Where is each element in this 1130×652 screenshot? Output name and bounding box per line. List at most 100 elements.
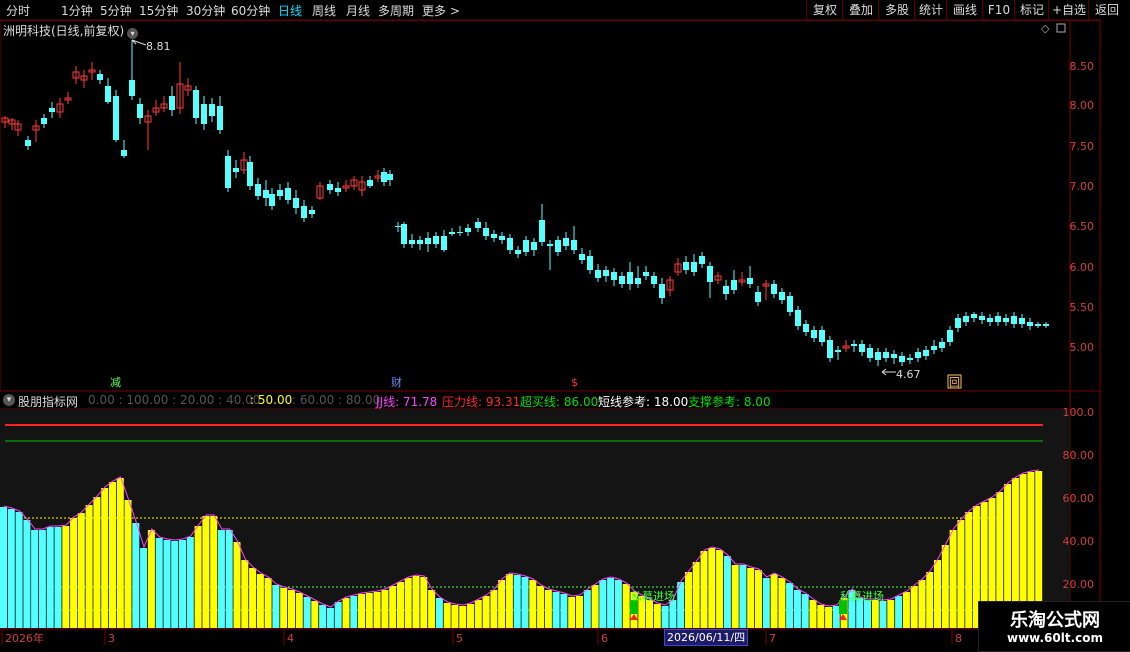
indicator-bar	[614, 580, 622, 628]
indicator-bar	[451, 605, 459, 628]
support-ref-value: 支撑参考: 8.00	[688, 395, 771, 409]
candle-body	[819, 330, 825, 342]
event-marker[interactable]: 减	[110, 376, 121, 389]
candle-body	[651, 276, 657, 284]
candle-body	[803, 324, 809, 332]
event-marker[interactable]: 财	[391, 375, 402, 389]
indicator-bar	[817, 605, 825, 628]
indicator-bar	[786, 583, 794, 628]
indicator-bar	[895, 596, 903, 628]
candle-body	[523, 240, 529, 252]
candle-body	[987, 318, 993, 322]
candle-body	[811, 330, 817, 338]
candle-body	[947, 330, 953, 342]
indicator-bar	[256, 574, 264, 628]
overbought-line-value: 超买线: 86.00	[520, 395, 599, 409]
candle-body	[891, 354, 897, 358]
candle-body	[835, 350, 841, 352]
indicator-bar	[420, 577, 428, 628]
candle-body	[41, 118, 47, 124]
indicator-bar	[210, 516, 218, 628]
diamond-icon[interactable]: ◇	[1041, 22, 1050, 35]
indicator-bar	[350, 596, 358, 628]
candle-body	[105, 86, 111, 102]
candle-body	[1011, 316, 1017, 324]
indicator-bar	[38, 530, 46, 628]
indicator-bar	[101, 488, 109, 628]
indicator-bar	[109, 482, 116, 628]
price-axis-label: 6.50	[1070, 220, 1095, 233]
indicator-bar	[319, 605, 327, 628]
event-marker[interactable]: $	[571, 376, 578, 389]
candle-body	[747, 278, 753, 284]
price-axis-label: 7.00	[1070, 180, 1095, 193]
indicator-axis-label: 60.00	[1063, 492, 1095, 505]
candle-body	[49, 108, 55, 112]
indicator-bar	[272, 585, 280, 628]
indicator-bar	[295, 593, 303, 628]
candle-body	[531, 242, 537, 250]
indicator-bar	[194, 526, 202, 628]
indicator-bar	[233, 542, 241, 628]
indicator-bar	[529, 580, 537, 628]
indicator-bar	[404, 578, 412, 628]
candle-body	[1043, 324, 1049, 326]
candle-body	[425, 238, 431, 244]
kline-chart[interactable]: ◇ 8.81 4.67 8.50 8.00 7.50 7.00 6.50 6.00 5.50 5…	[0, 0, 1130, 650]
jj-line-value: JJ线: 71.78	[376, 395, 438, 409]
candle-body	[433, 236, 439, 244]
indicator-bar	[124, 500, 132, 628]
indicator-bar	[934, 560, 941, 628]
indicator-bar	[459, 606, 467, 628]
candle-body	[401, 224, 407, 244]
candle-body	[611, 272, 617, 280]
indicator-bar	[770, 574, 778, 628]
candle-body	[217, 106, 223, 130]
chevron-down-icon[interactable]: ▾	[3, 394, 15, 406]
event-marker[interactable]: 回	[949, 376, 960, 389]
price-axis-label: 5.50	[1070, 301, 1095, 314]
candle-body	[209, 104, 215, 116]
indicator-bar	[910, 586, 918, 628]
indicator-bar	[15, 512, 23, 628]
indicator-bar	[171, 541, 179, 628]
date-axis-label: 2026年	[5, 631, 44, 645]
candle-body	[515, 250, 521, 254]
candle-body	[491, 234, 497, 238]
indicator-bar	[443, 603, 451, 628]
indicator-bar	[373, 592, 381, 628]
indicator-bar	[607, 578, 615, 628]
indicator-bar	[140, 548, 148, 628]
candle-body	[563, 238, 569, 246]
indicator-bar	[622, 584, 630, 628]
watermark-logo: 乐淘公式网 www.60lt.com	[978, 601, 1130, 652]
signal-label: 私募进场	[631, 589, 675, 603]
candle-body	[963, 316, 969, 322]
price-axis-label: 8.50	[1070, 60, 1095, 73]
candle-body	[113, 96, 119, 140]
indicator-bar	[544, 590, 552, 628]
indicator-bar	[677, 582, 685, 628]
candle-body	[859, 344, 865, 352]
candle-body	[121, 150, 127, 156]
candle-body	[247, 162, 253, 186]
indicator-bar	[249, 568, 257, 628]
square-icon[interactable]	[1056, 23, 1066, 33]
price-axis-label: 5.00	[1070, 341, 1095, 354]
indicator-bar	[54, 527, 62, 628]
indicator-bar	[389, 586, 397, 628]
indicator-bar	[583, 590, 591, 628]
indicator-bar	[646, 600, 653, 628]
indicator-name[interactable]: 股朋指标网	[18, 393, 78, 410]
candle-body	[395, 226, 401, 227]
candle-body	[699, 256, 705, 264]
candle-body	[907, 358, 913, 360]
candle-body	[301, 206, 307, 218]
candle-body	[995, 316, 1001, 322]
candle-body	[137, 104, 143, 118]
date-axis-label: 8	[955, 632, 962, 645]
candle-body	[293, 198, 299, 208]
indicator-bar	[381, 590, 389, 628]
indicator-bar	[871, 600, 879, 628]
watermark-url: www.60lt.com	[1006, 631, 1104, 645]
